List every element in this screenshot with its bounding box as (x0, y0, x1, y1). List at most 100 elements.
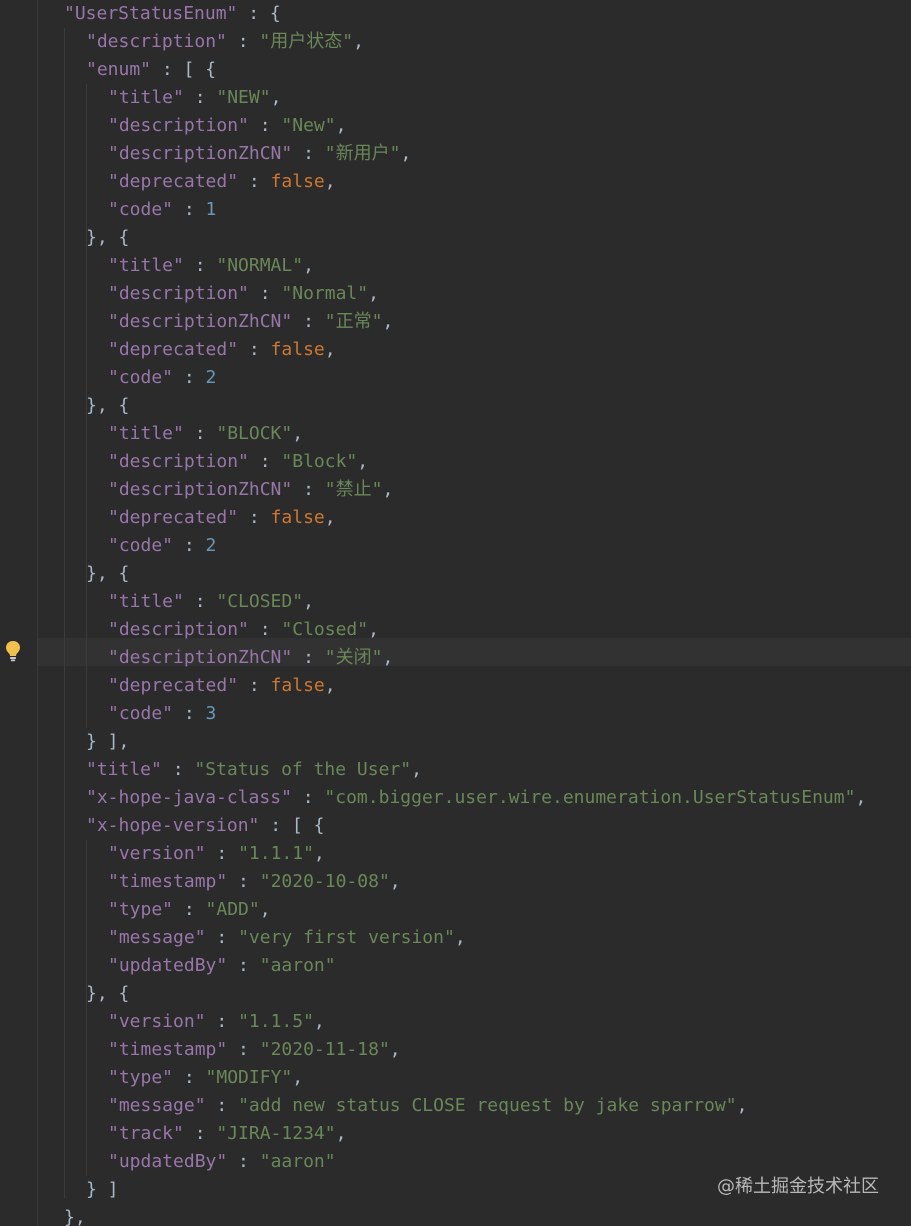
code-line[interactable]: "descriptionZhCN" : "禁止", (64, 476, 904, 504)
code-line[interactable]: "version" : "1.1.1", (64, 840, 904, 868)
code-content[interactable]: "UserStatusEnum" : {"description" : "用户状… (64, 0, 904, 1226)
gutter-divider (37, 0, 38, 1226)
json-punctuation: }, { (86, 983, 130, 1004)
code-line[interactable]: "deprecated" : false, (64, 336, 904, 364)
code-line[interactable]: "x-hope-java-class" : "com.bigger.user.w… (64, 784, 904, 812)
code-line[interactable]: "title" : "NEW", (64, 84, 904, 112)
code-line[interactable]: "enum" : [ { (64, 56, 904, 84)
code-line[interactable]: "deprecated" : false, (64, 672, 904, 700)
json-string: "com.bigger.user.wire.enumeration.UserSt… (324, 787, 856, 808)
code-line[interactable]: "deprecated" : false, (64, 168, 904, 196)
json-punctuation: : (173, 367, 206, 388)
code-line[interactable]: }, { (64, 224, 904, 252)
json-punctuation: , (357, 451, 369, 472)
json-punctuation: : [ { (151, 59, 217, 80)
code-line[interactable]: "description" : "Normal", (64, 280, 904, 308)
json-key: "title" (108, 591, 184, 612)
code-line[interactable]: "x-hope-version" : [ { (64, 812, 904, 840)
json-key: "version" (108, 1011, 206, 1032)
code-line[interactable]: "description" : "用户状态", (64, 28, 904, 56)
json-punctuation: : (205, 927, 239, 948)
json-punctuation: }, { (86, 563, 130, 584)
json-key: "title" (108, 423, 184, 444)
code-line[interactable]: "description" : "Block", (64, 448, 904, 476)
json-punctuation: : (238, 171, 271, 192)
json-punctuation: , (313, 1011, 325, 1032)
code-line[interactable]: "UserStatusEnum" : { (64, 0, 904, 28)
code-line[interactable]: "deprecated" : false, (64, 504, 904, 532)
code-line[interactable]: "code" : 1 (64, 196, 904, 224)
code-line[interactable]: "title" : "CLOSED", (64, 588, 904, 616)
code-line[interactable]: "message" : "add new status CLOSE reques… (64, 1092, 904, 1120)
code-line[interactable]: "title" : "NORMAL", (64, 252, 904, 280)
json-key: "descriptionZhCN" (108, 143, 293, 164)
code-line[interactable]: "code" : 3 (64, 700, 904, 728)
code-line[interactable]: "type" : "ADD", (64, 896, 904, 924)
code-line[interactable]: }, (64, 1204, 904, 1226)
json-number: 2 (205, 367, 217, 388)
json-punctuation: : (292, 647, 325, 668)
json-punctuation: : (173, 899, 206, 920)
json-punctuation: , (400, 143, 412, 164)
code-line[interactable]: "descriptionZhCN" : "关闭", (64, 644, 904, 672)
code-line[interactable]: "title" : "BLOCK", (64, 420, 904, 448)
code-line[interactable]: "description" : "Closed", (64, 616, 904, 644)
code-line[interactable]: "message" : "very first version", (64, 924, 904, 952)
json-key: "track" (108, 1123, 184, 1144)
json-punctuation: : (205, 1011, 239, 1032)
code-line[interactable]: }, { (64, 980, 904, 1008)
json-punctuation: : (183, 1123, 217, 1144)
code-line[interactable]: "descriptionZhCN" : "正常", (64, 308, 904, 336)
json-punctuation: : (161, 759, 195, 780)
code-line[interactable]: "track" : "JIRA-1234", (64, 1120, 904, 1148)
code-line[interactable]: "type" : "MODIFY", (64, 1064, 904, 1092)
code-line[interactable]: "description" : "New", (64, 112, 904, 140)
code-line[interactable]: "code" : 2 (64, 364, 904, 392)
json-punctuation: , (382, 479, 394, 500)
json-string: "关闭" (324, 647, 383, 668)
code-line[interactable]: "timestamp" : "2020-11-18", (64, 1036, 904, 1064)
json-punctuation: : (183, 255, 217, 276)
json-number: 2 (205, 535, 217, 556)
json-string: "Block" (281, 451, 358, 472)
json-punctuation: : (227, 871, 260, 892)
json-key: "code" (108, 703, 174, 724)
json-string: "ADD" (205, 899, 260, 920)
code-line[interactable]: } ], (64, 728, 904, 756)
code-line[interactable]: "timestamp" : "2020-10-08", (64, 868, 904, 896)
json-string: "1.1.1" (238, 843, 314, 864)
json-key: "timestamp" (108, 1039, 228, 1060)
code-line[interactable]: "descriptionZhCN" : "新用户", (64, 140, 904, 168)
json-punctuation: : (173, 535, 206, 556)
code-line[interactable]: "code" : 2 (64, 532, 904, 560)
json-key: "code" (108, 535, 174, 556)
json-punctuation: : (226, 31, 260, 52)
json-punctuation: : (292, 143, 325, 164)
json-punctuation: : (291, 787, 325, 808)
json-punctuation: , (335, 1123, 347, 1144)
code-line[interactable]: "updatedBy" : "aaron" (64, 952, 904, 980)
json-punctuation: , (324, 675, 336, 696)
code-editor[interactable]: "UserStatusEnum" : {"description" : "用户状… (0, 0, 911, 1226)
json-key: "description" (108, 283, 249, 304)
json-punctuation: , (335, 115, 347, 136)
json-string: "1.1.5" (238, 1011, 314, 1032)
json-string: "aaron" (259, 1151, 336, 1172)
json-punctuation: , (382, 647, 394, 668)
json-key: "description" (108, 451, 249, 472)
code-line[interactable]: }, { (64, 560, 904, 588)
json-punctuation: : (227, 1151, 260, 1172)
json-punctuation: , (292, 423, 304, 444)
json-punctuation: , (389, 1039, 401, 1060)
json-punctuation: : (248, 451, 282, 472)
json-key: "title" (108, 87, 184, 108)
code-line[interactable]: }, { (64, 392, 904, 420)
json-string: "用户状态" (259, 31, 354, 52)
code-line[interactable]: "title" : "Status of the User", (64, 756, 904, 784)
json-punctuation: , (259, 899, 271, 920)
code-line[interactable]: "version" : "1.1.5", (64, 1008, 904, 1036)
json-keyword: false (270, 171, 325, 192)
lightbulb-icon[interactable] (5, 640, 21, 662)
json-punctuation: , (270, 87, 282, 108)
json-punctuation: : (227, 1039, 260, 1060)
